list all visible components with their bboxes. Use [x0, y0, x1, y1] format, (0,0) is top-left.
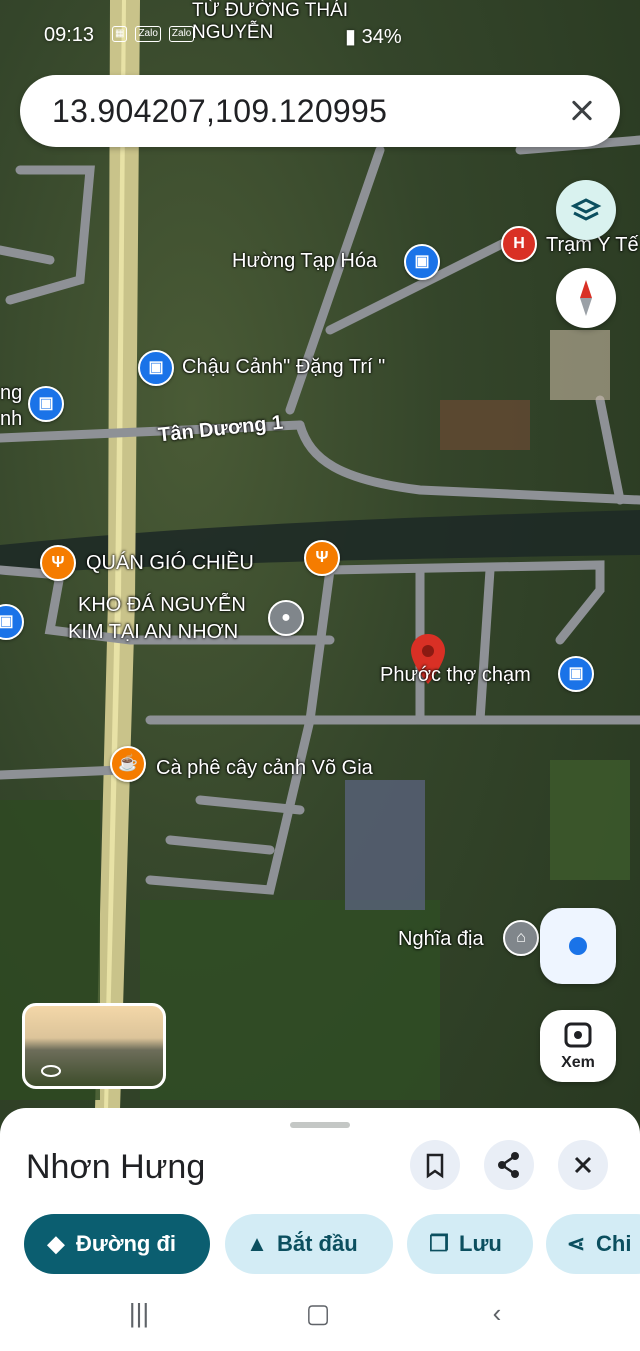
status-time: 09:13 — [44, 24, 95, 46]
close-icon[interactable] — [564, 93, 600, 129]
search-bar[interactable]: 13.904207,109.120995 — [20, 75, 620, 147]
share-icon-button[interactable] — [484, 1140, 534, 1190]
save-icon-button[interactable] — [410, 1140, 460, 1190]
hospital-icon: H — [513, 235, 525, 252]
location-dot-icon: ● — [281, 609, 291, 626]
map-label-ca-phe[interactable]: Cà phê cây cảnh Võ Gia — [156, 757, 373, 780]
layers-icon — [570, 198, 602, 221]
shop-pin-left[interactable]: ▣ — [28, 386, 64, 422]
restaurant-pin-right[interactable]: Ψ — [304, 540, 340, 576]
street-view-thumbnail[interactable] — [22, 1003, 166, 1089]
recent-apps-icon[interactable]: ||| — [114, 1298, 164, 1328]
action-chips: ◆ Đường đi ▲ Bắt đầu ❐ Lưu ⋖ Chi — [24, 1214, 640, 1278]
my-location-icon — [569, 937, 587, 955]
close-icon — [574, 1156, 592, 1174]
fork-knife-icon: Ψ — [51, 554, 65, 571]
shop-pin-phuoc[interactable]: ▣ — [558, 656, 594, 692]
map-label-chau-canh[interactable]: Chậu Cảnh" Đặng Trí " — [182, 356, 385, 379]
zalo-icon: Zalo — [135, 26, 161, 42]
map-label-kho-da-1[interactable]: KHO ĐÁ NGUYỄN — [78, 594, 246, 617]
save-label: Lưu — [459, 1231, 502, 1256]
coffee-cup-icon: ☕ — [118, 755, 138, 772]
map-label-left-cut-2: nh — [0, 408, 23, 430]
layers-button[interactable] — [556, 180, 616, 240]
shop-pin-chau-canh[interactable]: ▣ — [138, 350, 174, 386]
cafe-pin-vo-gia[interactable]: ☕ — [110, 746, 146, 782]
compass-button[interactable] — [556, 268, 616, 328]
gallery-icon: ▦ — [112, 26, 128, 42]
status-right: ▮ 34% — [345, 24, 402, 49]
directions-chip[interactable]: ◆ Đường đi — [24, 1214, 210, 1274]
place-pin-kho-da[interactable]: ● — [268, 600, 304, 636]
status-bar: 09:13 ▦ Zalo Zalo ▮ 34% — [0, 0, 640, 70]
system-nav-bar: ||| ▢ ‹ — [0, 1280, 640, 1351]
back-icon[interactable]: ‹ — [472, 1298, 522, 1328]
navigation-arrow-icon: ▲ — [246, 1231, 268, 1256]
share-label: Chi — [596, 1231, 632, 1256]
shopping-bag-icon: ▣ — [148, 359, 164, 376]
drag-handle[interactable] — [290, 1122, 350, 1128]
notification-icons: ▦ Zalo Zalo — [112, 26, 195, 42]
bookmark-icon — [426, 1153, 444, 1179]
shopping-bag-icon: ▣ — [38, 395, 54, 412]
map-label-quan-gio[interactable]: QUÁN GIÓ CHIỀU — [86, 552, 254, 575]
map-label-left-cut-1: ng — [0, 382, 23, 404]
shopping-bag-icon: ▣ — [568, 665, 584, 682]
shop-pin-left-2[interactable]: ▣ — [0, 604, 24, 640]
directions-label: Đường đi — [76, 1231, 176, 1256]
place-title: Nhơn Hưng — [26, 1148, 206, 1186]
hospital-pin[interactable]: H — [501, 226, 537, 262]
battery-level: 34% — [361, 26, 402, 48]
map-label-phuoc-tho[interactable]: Phước thợ chạm — [380, 664, 531, 687]
save-chip[interactable]: ❐ Lưu — [407, 1214, 533, 1274]
restaurant-pin-quan-gio[interactable]: Ψ — [40, 545, 76, 581]
signal-icon: ▮ — [345, 26, 357, 48]
lens-view-button[interactable]: Xem — [540, 1010, 616, 1082]
my-location-button[interactable] — [540, 908, 616, 984]
share-icon: ⋖ — [566, 1231, 586, 1256]
shopping-bag-icon: ▣ — [414, 253, 430, 270]
cemetery-icon: ⌂ — [516, 929, 526, 946]
start-label: Bắt đầu — [277, 1231, 358, 1256]
start-chip[interactable]: ▲ Bắt đầu — [225, 1214, 393, 1274]
fork-knife-icon: Ψ — [315, 549, 329, 566]
share-icon — [498, 1152, 519, 1178]
close-sheet-button[interactable] — [558, 1140, 608, 1190]
directions-icon: ◆ — [47, 1231, 65, 1256]
map-label-nghia-dia[interactable]: Nghĩa địa — [398, 928, 484, 951]
rotate-360-icon — [41, 1065, 61, 1077]
shopping-bag-icon: ▣ — [0, 613, 14, 630]
shop-pin-huong[interactable]: ▣ — [404, 244, 440, 280]
compass-icon — [580, 280, 592, 316]
share-chip[interactable]: ⋖ Chi — [546, 1214, 640, 1274]
bookmark-icon: ❐ — [429, 1231, 449, 1256]
cemetery-pin[interactable]: ⌂ — [503, 920, 539, 956]
map-label-huong-tap-hoa[interactable]: Hường Tạp Hóa — [232, 250, 377, 273]
home-icon[interactable]: ▢ — [293, 1298, 343, 1328]
map-label-kho-da-2[interactable]: KIM TẠI AN NHƠN — [68, 621, 238, 644]
xem-label: Xem — [561, 1054, 595, 1071]
search-input[interactable]: 13.904207,109.120995 — [52, 93, 387, 130]
zalo-icon: Zalo — [168, 26, 195, 42]
